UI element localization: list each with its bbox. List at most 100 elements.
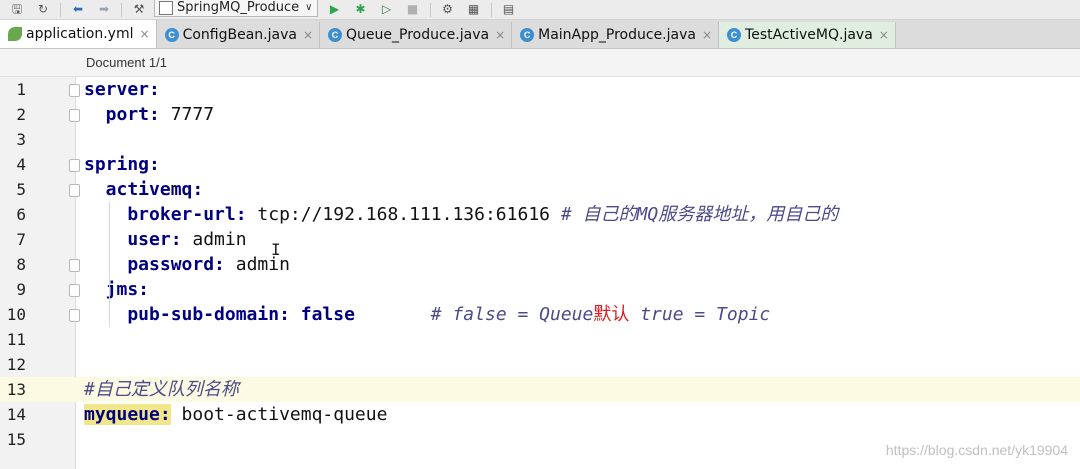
line-number: 10 [6,305,26,324]
sync-icon[interactable]: ↻ [34,2,52,17]
code-line[interactable]: 7 user: admin [0,227,1080,252]
tab-label: ConfigBean.java [182,27,297,43]
class-icon: C [164,28,179,42]
code-token: activemq: [84,179,204,200]
toolbar-separator [60,2,61,17]
line-number: 12 [6,355,26,374]
code-line[interactable]: 5 activemq: [0,177,1080,202]
yaml-leaf-icon [8,27,22,41]
stop-icon[interactable]: ■ [404,2,422,17]
code-token: password: [84,254,225,275]
fold-marker[interactable] [69,284,80,297]
line-number: 11 [6,330,26,349]
code-token: tcp://192.168.111.136:61616 [246,204,561,225]
code-text: server: [84,77,160,102]
code-token: jms: [84,279,150,300]
code-line[interactable]: 14 myqueue: boot-activemq-queue [0,402,1080,427]
tab-application-yml[interactable]: application.yml × [0,20,157,48]
code-text: activemq: [84,177,204,202]
tab-configbean-java[interactable]: C ConfigBean.java × [157,22,320,48]
project-structure-icon[interactable]: ⚙ [439,2,457,17]
code-token: spring: [84,154,160,175]
run-config-select[interactable]: SpringMQ_Produce ∨ [154,0,318,17]
tab-label: Queue_Produce.java [346,27,490,43]
fold-marker[interactable] [69,84,80,97]
code-line[interactable]: 1 server: [0,77,1080,102]
code-token: false [289,304,355,325]
code-token: # 自己的MQ服务器地址，用自己的 [560,204,839,225]
editor-tabs: application.yml × C ConfigBean.java × C … [0,20,1080,49]
code-token: pub-sub-domain: [84,304,290,325]
code-line[interactable]: 8 password: admin [0,252,1080,277]
code-line[interactable]: 6 broker-url: tcp://192.168.111.136:6161… [0,202,1080,227]
line-number: 7 [16,230,26,249]
code-line[interactable]: 3 [0,127,1080,152]
code-text: broker-url: tcp://192.168.111.136:61616 … [84,202,838,227]
build-icon[interactable]: ⚒ [130,2,148,17]
code-text: password: admin [84,252,290,277]
toolbar: 🖫 ↻ ⬅ ➡ ⚒ SpringMQ_Produce ∨ ▶ ✱ ▷ ■ ⚙ ▦… [0,0,1080,20]
breadcrumb: Document 1/1 [0,49,1080,77]
code-token: 默认 [593,304,630,325]
code-text: #自己定义队列名称 [84,377,239,402]
line-number: 8 [16,255,26,274]
code-line[interactable]: 4 spring: [0,152,1080,177]
tab-mainapp-produce-java[interactable]: C MainApp_Produce.java × [512,22,720,48]
save-icon[interactable]: 🖫 [8,2,26,17]
back-arrow-icon[interactable]: ⬅ [69,2,87,17]
code-text: jms: [84,277,149,302]
close-icon[interactable]: × [495,28,505,42]
close-icon[interactable]: × [879,28,889,42]
line-number: 2 [16,105,26,124]
code-line[interactable]: 2 port: 7777 [0,102,1080,127]
class-icon: C [520,28,535,42]
code-token: # false = Queue [430,304,594,325]
code-line[interactable]: 9 jms: [0,277,1080,302]
fold-marker[interactable] [69,159,80,172]
code-line[interactable]: 10 pub-sub-domain: false # false = Queue… [0,302,1080,327]
debug-icon[interactable]: ✱ [352,2,370,17]
tasks-icon[interactable]: ▤ [500,2,518,17]
line-number: 4 [16,155,26,174]
chevron-down-icon: ∨ [305,2,313,13]
toolbar-separator [121,2,122,17]
code-token: #自己定义队列名称 [84,379,239,400]
code-token: 7777 [159,104,215,125]
code-token: admin [181,229,247,250]
line-number: 6 [16,205,26,224]
indent-guide [109,302,110,327]
coverage-icon[interactable]: ▷ [378,2,396,17]
fold-marker[interactable] [69,184,80,197]
close-icon[interactable]: × [140,27,150,41]
tab-label: TestActiveMQ.java [745,27,873,43]
fold-marker[interactable] [69,109,80,122]
close-icon[interactable]: × [702,28,712,42]
tab-queue-produce-java[interactable]: C Queue_Produce.java × [320,22,513,48]
line-number: 5 [16,180,26,199]
run-icon[interactable]: ▶ [326,2,344,17]
line-number: 14 [6,405,26,424]
code-editor[interactable]: 1 5 14 myqueue: boot-activemq-queue 13 #自己定义队… [0,77,1080,469]
code-token: boot-activemq-queue [170,404,388,425]
sdk-icon[interactable]: ▦ [465,2,483,17]
fold-marker[interactable] [69,309,80,322]
run-config-label: SpringMQ_Produce [177,0,300,15]
code-line[interactable]: 11 [0,327,1080,352]
line-number: 1 [16,80,26,99]
tab-label: application.yml [26,26,134,42]
code-text: myqueue: boot-activemq-queue [84,402,387,427]
breadcrumb-text: Document 1/1 [86,55,167,70]
line-number: 13 [6,380,26,399]
fold-marker[interactable] [69,259,80,272]
close-icon[interactable]: × [303,28,313,42]
toolbar-separator [490,2,492,17]
code-token: user: [84,229,182,250]
tab-label: MainApp_Produce.java [538,27,696,43]
tab-testactivemq-java[interactable]: C TestActiveMQ.java × [719,22,896,48]
forward-arrow-icon[interactable]: ➡ [95,2,113,17]
code-token: port: [84,104,160,125]
code-line[interactable]: 13 #自己定义队列名称 [0,377,1080,402]
text-cursor: I [271,240,281,259]
code-line[interactable]: 12 [0,352,1080,377]
